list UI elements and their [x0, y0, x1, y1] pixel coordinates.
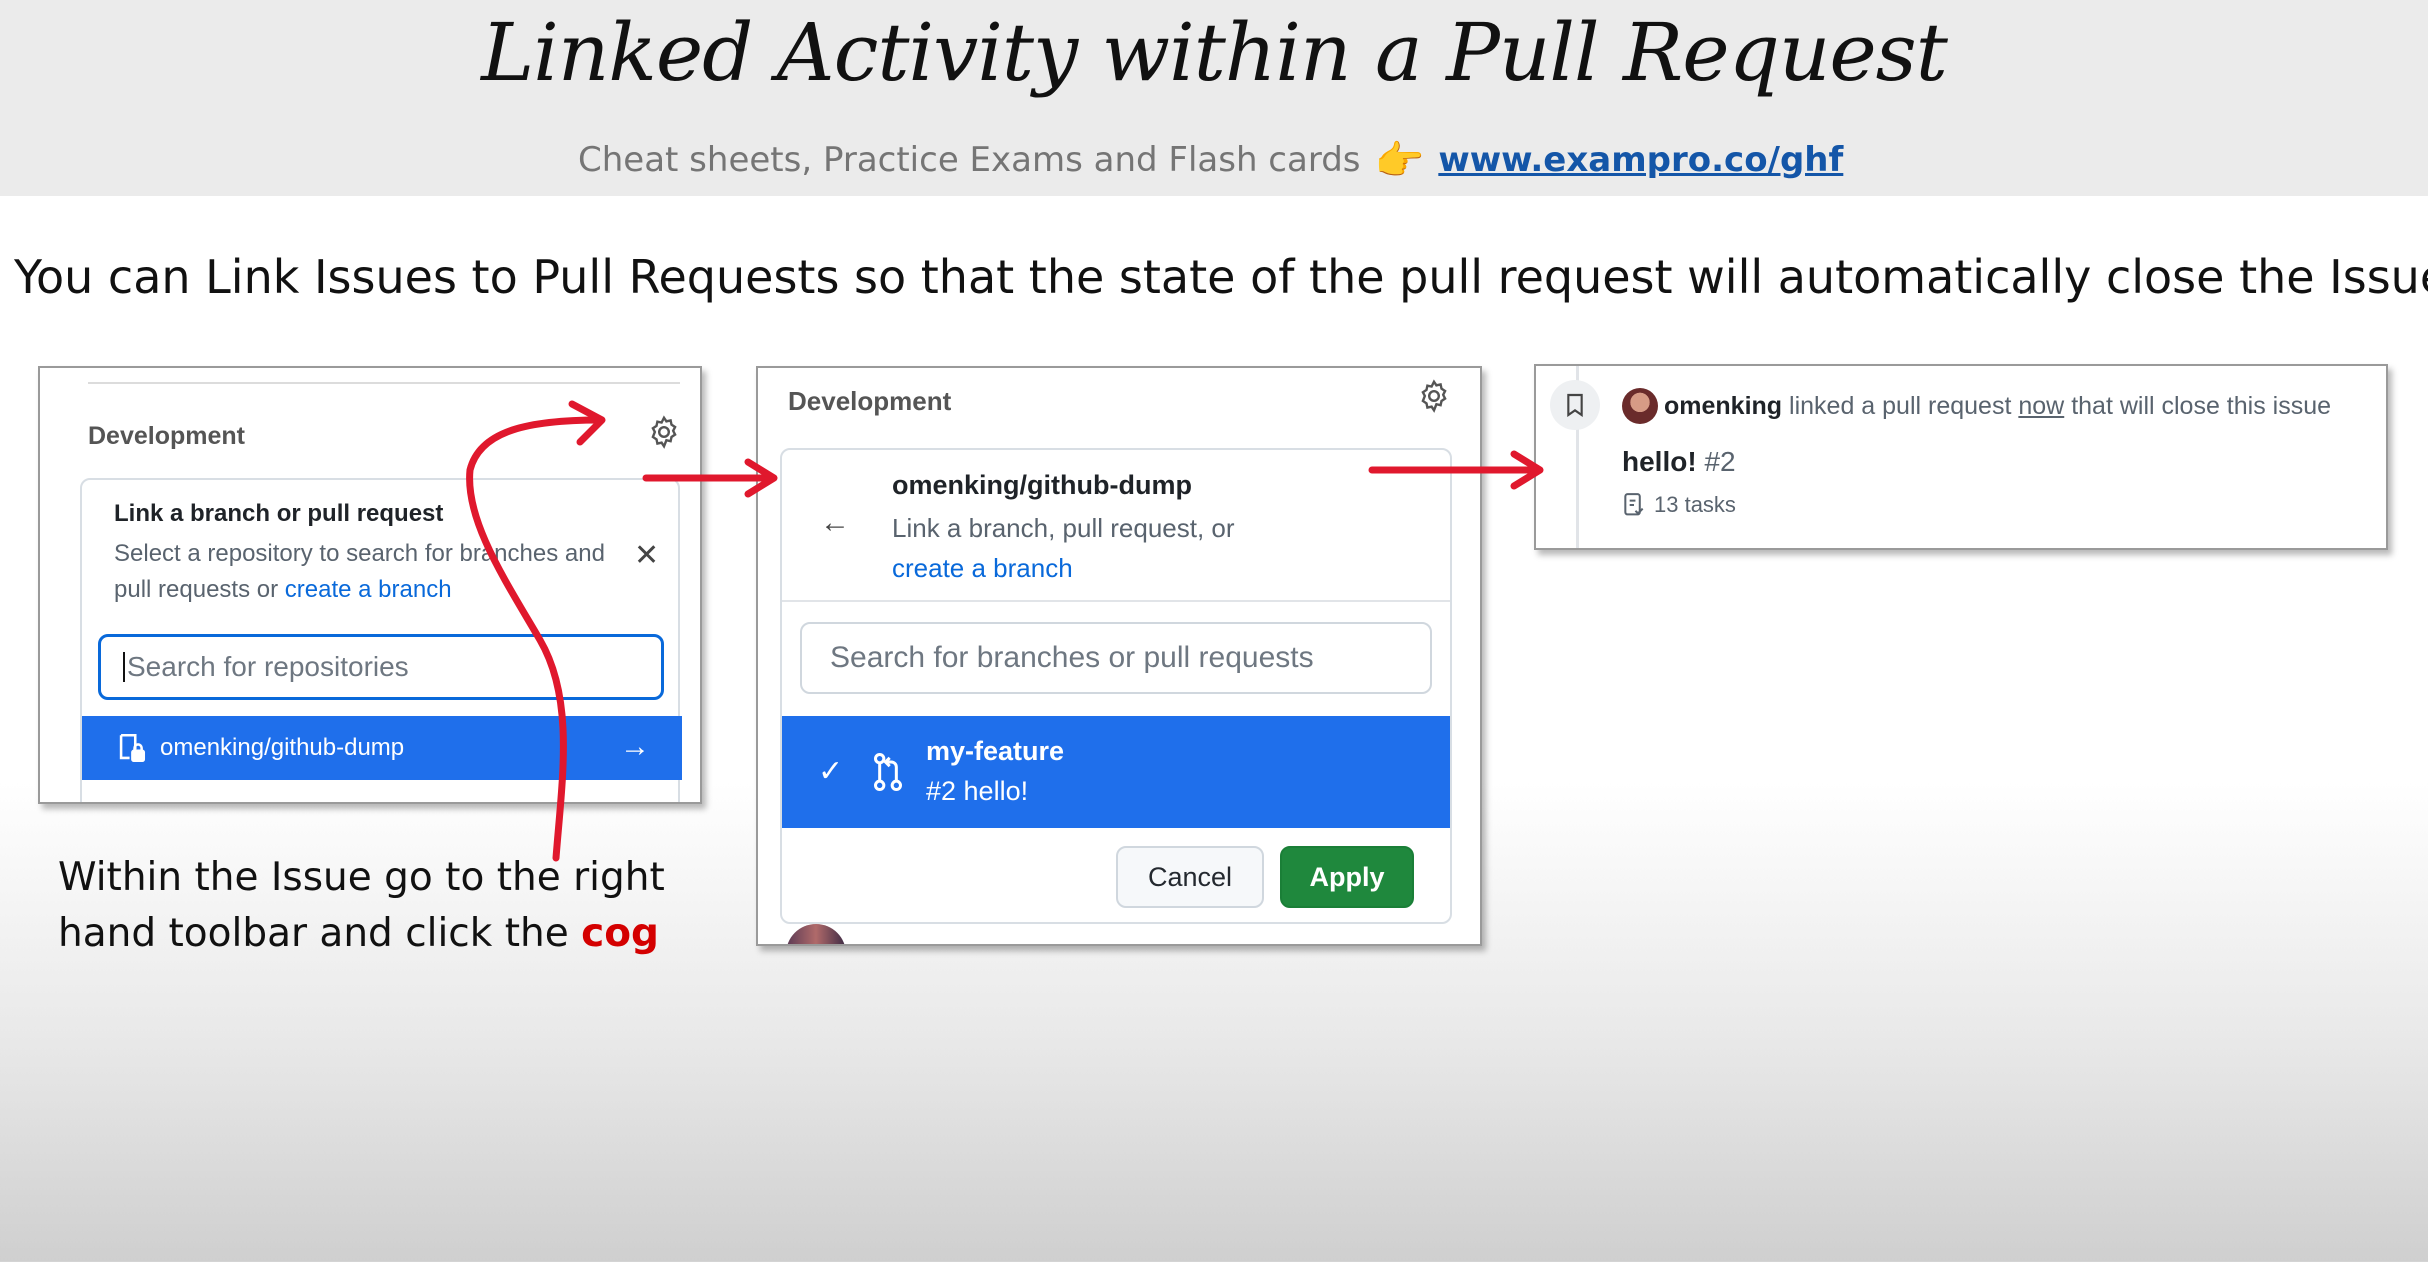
subtitle-text: Cheat sheets, Practice Exams and Flash c… [578, 140, 1361, 180]
repository-name: omenking/github-dump [160, 734, 405, 761]
linked-issue[interactable]: hello! #2 [1622, 446, 1736, 478]
create-branch-link[interactable]: create a branch [285, 576, 452, 603]
search-placeholder: Search for repositories [127, 651, 409, 682]
search-repositories-input[interactable]: Search for repositories [98, 634, 664, 700]
repo-lock-icon [119, 733, 146, 763]
arrow-left-icon[interactable]: ← [820, 506, 850, 540]
page-title: Linked Activity within a Pull Request [481, 6, 1948, 99]
caption-text: Within the Issue go to the right hand to… [58, 855, 665, 956]
subtitle: Cheat sheets, Practice Exams and Flash c… [578, 136, 1843, 184]
gear-icon[interactable] [646, 414, 682, 450]
branch-option-selected[interactable]: ✓ my-feature #2 hello! [782, 716, 1450, 828]
event-text-b: that will close this issue [2071, 392, 2332, 420]
dialog-title: Link a branch or pull request [114, 500, 444, 527]
create-branch-link[interactable]: create a branch [892, 553, 1073, 583]
close-icon[interactable]: ✕ [634, 538, 659, 573]
lead-text: You can Link Issues to Pull Requests so … [14, 250, 2428, 304]
search-placeholder: Search for branches or pull requests [830, 641, 1314, 674]
issue-title: hello! [1622, 446, 1697, 477]
pull-request-icon [874, 753, 902, 791]
arrow-right-icon: → [620, 730, 650, 763]
apply-button[interactable]: Apply [1280, 846, 1414, 908]
bookmark-icon [1550, 380, 1600, 430]
selected-repository: omenking/github-dump [892, 470, 1192, 500]
check-icon: ✓ [818, 755, 844, 788]
timeline-event-text: omenking linked a pull request now that … [1664, 392, 2331, 421]
branch-linked-issue: #2 hello! [926, 776, 1029, 806]
pointing-hand-icon: 👉 [1374, 137, 1425, 184]
cancel-button[interactable]: Cancel [1116, 846, 1264, 908]
text-caret [123, 652, 125, 682]
dialog-description: Link a branch, pull request, or create a… [892, 508, 1312, 588]
development-heading: Development [88, 422, 245, 450]
avatar [786, 924, 846, 944]
header-banner: Linked Activity within a Pull Request Ch… [0, 0, 2428, 196]
search-branches-input[interactable]: Search for branches or pull requests [800, 622, 1432, 694]
tasks-label: 13 tasks [1654, 492, 1736, 517]
caption: Within the Issue go to the right hand to… [58, 850, 678, 962]
tasks-count: 13 tasks [1622, 492, 1736, 518]
dialog-description: Select a repository to search for branch… [114, 536, 614, 608]
repository-option[interactable]: omenking/github-dump → [82, 716, 682, 780]
development-heading: Development [788, 386, 952, 416]
development-panel-step2: Development ← omenking/github-dump Link … [756, 366, 1482, 946]
divider [88, 382, 680, 384]
issue-number: #2 [1704, 446, 1736, 477]
branch-name: my-feature [926, 736, 1065, 766]
link-branch-dialog: Link a branch or pull request Select a r… [80, 478, 682, 802]
event-text-a: linked a pull request [1789, 392, 2012, 420]
task-list-icon [1624, 493, 1644, 516]
development-panel-step1: Development Link a branch or pull reques… [38, 366, 702, 804]
divider [782, 600, 1450, 602]
gear-icon[interactable] [1416, 378, 1452, 414]
timeline-event-panel: omenking linked a pull request now that … [1534, 364, 2388, 550]
caption-highlight: cog [581, 911, 659, 956]
event-time[interactable]: now [2018, 392, 2064, 420]
dialog-description-text: Link a branch, pull request, or [892, 513, 1235, 543]
exampro-link[interactable]: www.exampro.co/ghf [1438, 140, 1843, 180]
user-avatar[interactable] [1622, 388, 1658, 424]
username[interactable]: omenking [1664, 392, 1782, 420]
branch-search-dialog: ← omenking/github-dump Link a branch, pu… [780, 448, 1452, 924]
